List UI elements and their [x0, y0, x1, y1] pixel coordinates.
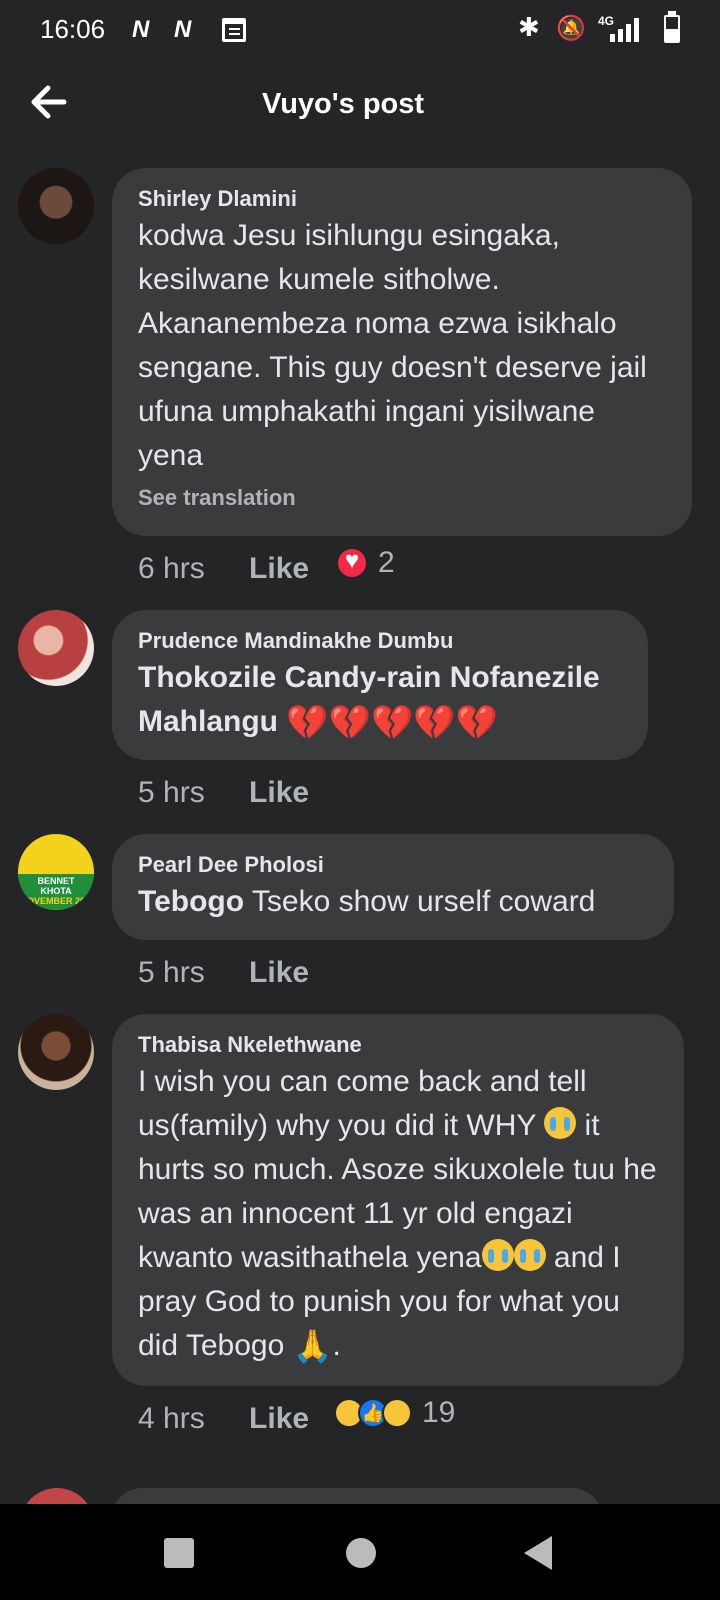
- broken-heart-emoji: 💔: [413, 704, 456, 742]
- care-reaction-icon: [382, 1398, 412, 1428]
- comment-author[interactable]: Shirley Dlamini: [138, 184, 666, 214]
- battery-icon: [664, 11, 680, 43]
- comment-bubble[interactable]: Pearl Dee Pholosi Tebogo Tseko show urse…: [112, 834, 674, 940]
- comment-text-part: .: [332, 1329, 341, 1362]
- comment-time: 4 hrs: [138, 1402, 205, 1435]
- comment-author[interactable]: Thabisa Nkelethwane: [138, 1030, 658, 1060]
- love-reaction-icon: [336, 547, 368, 579]
- tagged-user[interactable]: Tebogo: [138, 885, 244, 918]
- comment-text: Thokozile Candy-rain Nofanezile Mahlangu…: [138, 656, 622, 744]
- comment-meta: 4 hrs Like: [138, 1402, 309, 1436]
- comment-time: 5 hrs: [138, 776, 205, 809]
- avatar-text-line: BENNET: [37, 876, 75, 886]
- clock: 16:06: [40, 14, 106, 44]
- reaction-count: 19: [422, 1396, 456, 1429]
- recents-button[interactable]: [164, 1538, 194, 1568]
- reaction-summary[interactable]: 👍 19: [334, 1396, 455, 1430]
- comment-time: 6 hrs: [138, 552, 205, 585]
- app-header: Vuyo's post: [0, 60, 720, 150]
- broken-heart-emoji: 💔: [371, 704, 414, 742]
- system-nav-bar: [0, 1504, 720, 1600]
- broken-heart-emoji: 💔: [286, 704, 329, 742]
- comment-bubble[interactable]: Shirley Dlamini kodwa Jesu isihlungu esi…: [112, 168, 692, 536]
- calendar-icon: [222, 18, 246, 42]
- system-back-button[interactable]: [524, 1536, 552, 1570]
- like-button[interactable]: Like: [249, 776, 309, 810]
- bluetooth-icon: ✱: [518, 12, 540, 42]
- avatar-text: BENNET KHOTA OVEMBER 20: [18, 876, 94, 906]
- comment-bubble[interactable]: Thabisa Nkelethwane I wish you can come …: [112, 1014, 684, 1386]
- praying-hands-emoji: 🙏: [292, 1328, 333, 1364]
- reaction-summary[interactable]: 2: [336, 546, 395, 580]
- comment-text: Tebogo Tseko show urself coward: [138, 880, 648, 924]
- like-button[interactable]: Like: [249, 956, 309, 990]
- comment-bubble[interactable]: Prudence Mandinakhe Dumbu Thokozile Cand…: [112, 610, 648, 760]
- avatar-text-line: KHOTA: [40, 886, 72, 896]
- status-bar: 16:06 N N ✱ 🔕 4G: [0, 0, 720, 60]
- broken-heart-emoji: 💔: [328, 704, 372, 742]
- comment-time: 5 hrs: [138, 956, 205, 989]
- reaction-count: 2: [378, 546, 395, 579]
- see-translation-link[interactable]: See translation: [138, 482, 666, 514]
- like-button[interactable]: Like: [249, 1402, 309, 1436]
- avatar[interactable]: [18, 1014, 94, 1090]
- avatar[interactable]: [18, 168, 94, 244]
- bell-muted-icon: 🔕: [556, 15, 586, 42]
- page-title: Vuyo's post: [261, 88, 425, 120]
- comment-text: I wish you can come back and tell us(fam…: [138, 1060, 658, 1368]
- avatar[interactable]: [18, 610, 94, 686]
- comment-author[interactable]: Pearl Dee Pholosi: [138, 850, 648, 880]
- comment-meta: 5 hrs Like: [138, 776, 309, 810]
- comment-text: kodwa Jesu isihlungu esingaka, kesilwane…: [138, 219, 647, 472]
- like-button[interactable]: Like: [249, 552, 309, 586]
- avatar[interactable]: BENNET KHOTA OVEMBER 20: [18, 834, 94, 910]
- crying-face-emoji: [544, 1107, 577, 1139]
- home-button[interactable]: [346, 1538, 376, 1568]
- comment-author[interactable]: Prudence Mandinakhe Dumbu: [138, 626, 622, 656]
- netflix-notification-icon-2: N: [174, 16, 192, 43]
- comment-text-rest: Tseko show urself coward: [244, 885, 596, 918]
- crying-face-emoji: [481, 1239, 514, 1271]
- netflix-notification-icon: N: [132, 16, 150, 43]
- avatar-text-line: OVEMBER 20: [26, 896, 86, 906]
- crying-face-emoji: [513, 1239, 546, 1271]
- comment-text-part: I wish you can come back and tell us(fam…: [138, 1065, 587, 1142]
- signal-icon: [610, 18, 640, 42]
- comment-meta: 6 hrs Like: [138, 552, 309, 586]
- broken-heart-emoji: 💔: [455, 704, 499, 742]
- comment-meta: 5 hrs Like: [138, 956, 309, 990]
